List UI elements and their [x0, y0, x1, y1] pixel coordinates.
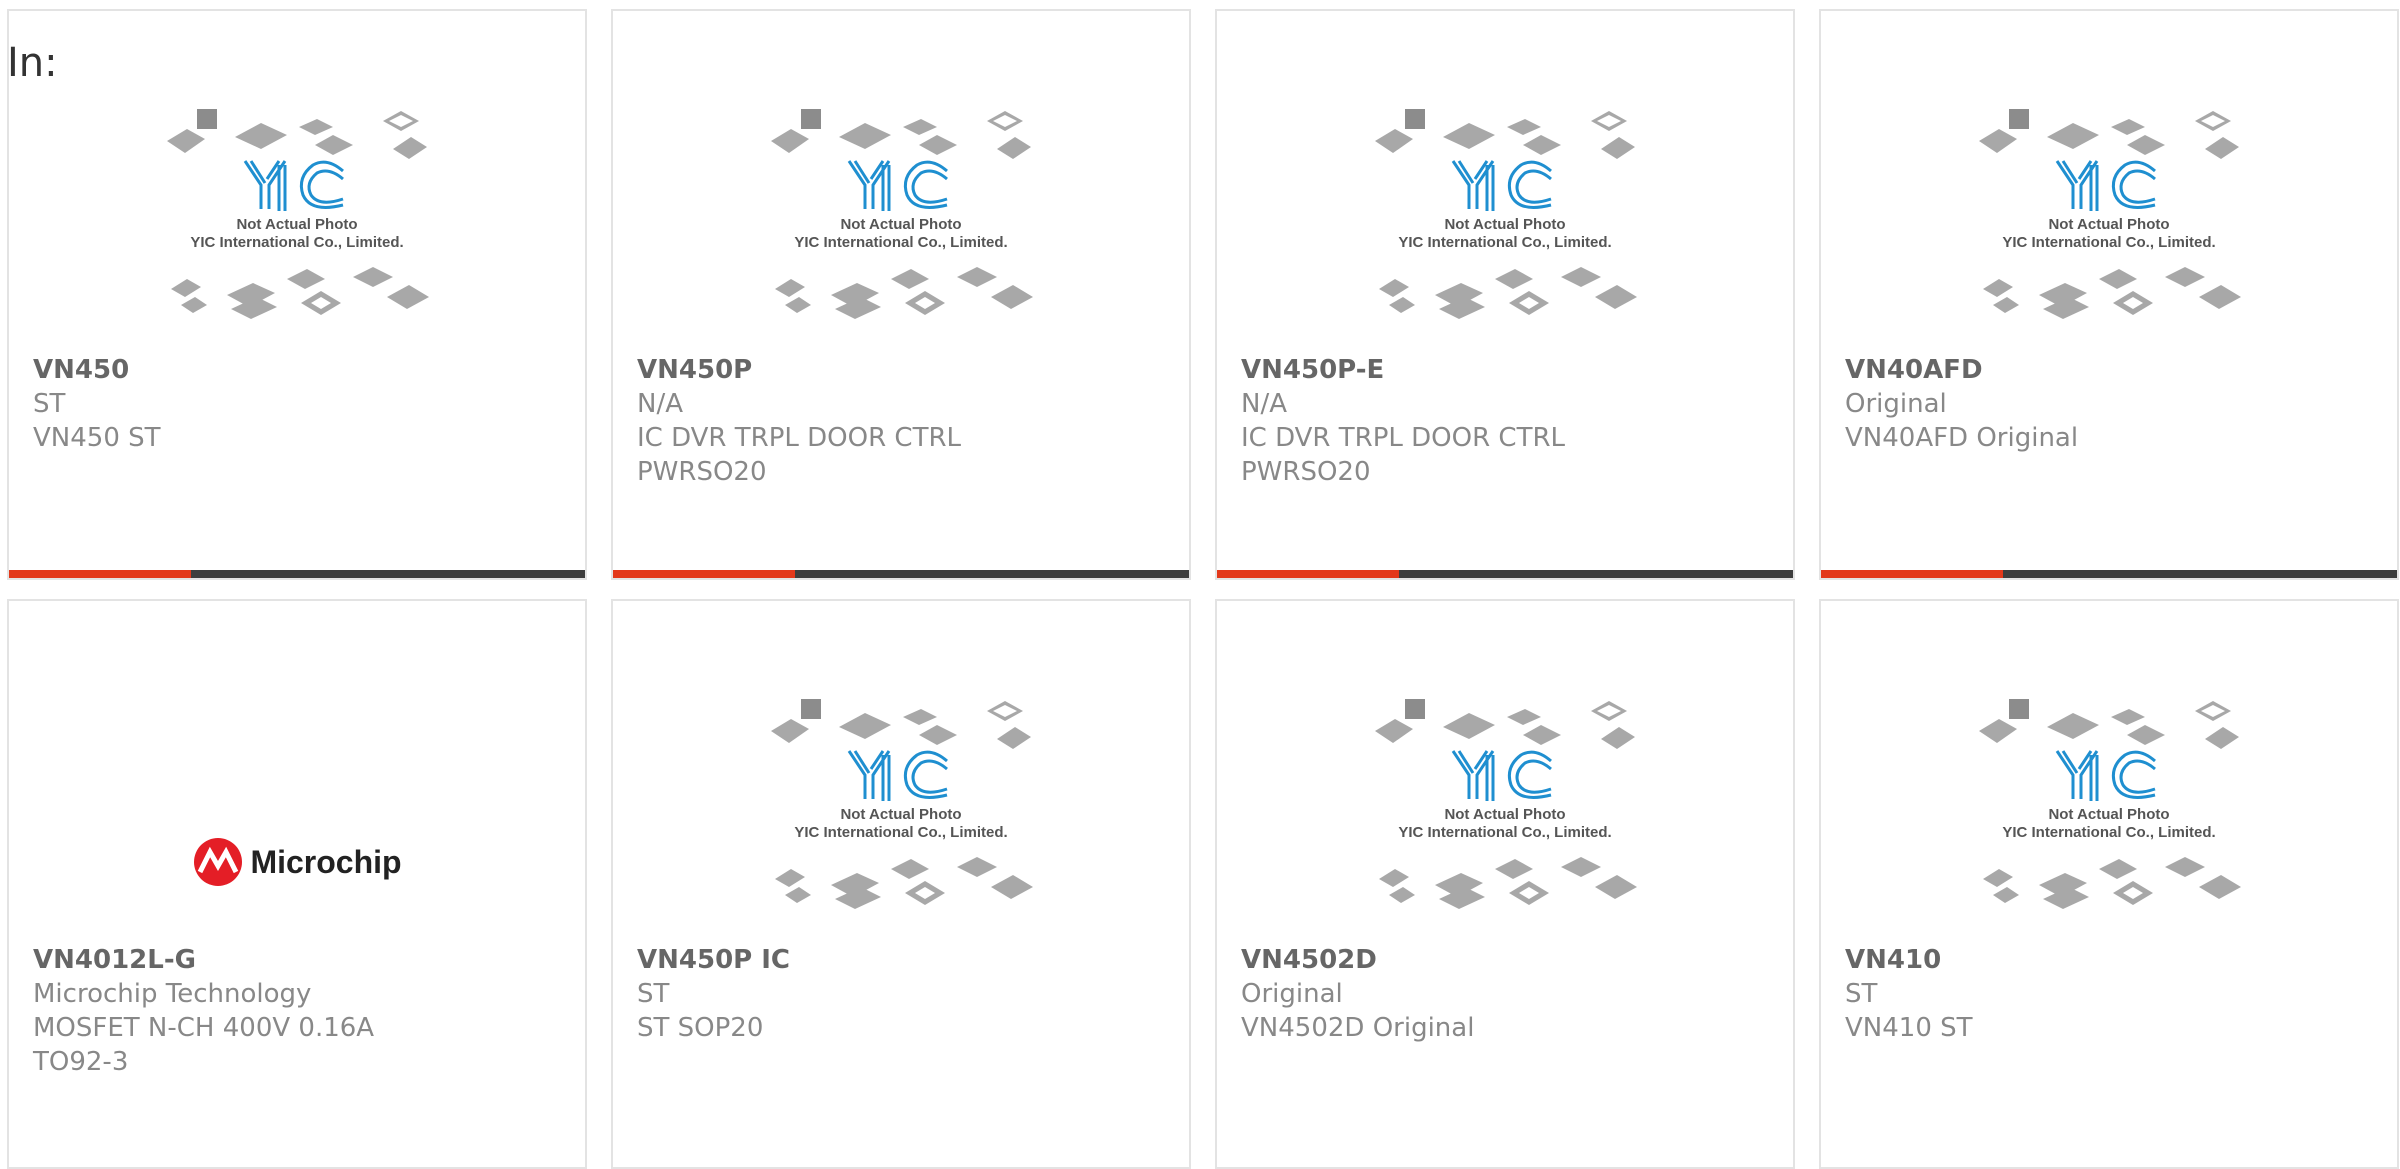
microchip-mark-icon [194, 838, 243, 886]
microchip-logo-text: Microchip [250, 843, 402, 880]
svg-text:YIC International Co., Limited: YIC International Co., Limited. [1398, 824, 1611, 841]
card-accent-bar [613, 570, 795, 578]
svg-text:YIC International Co., Limited: YIC International Co., Limited. [1398, 234, 1611, 251]
product-info: VN40AFD Original VN40AFD Original [1845, 353, 2265, 455]
svg-text:Not Actual Photo: Not Actual Photo [1444, 806, 1565, 823]
product-info: VN450P N/A IC DVR TRPL DOOR CTRL PWRSO20 [637, 353, 1057, 489]
product-info: VN450 ST VN450 ST [33, 353, 453, 455]
svg-text:Not Actual Photo: Not Actual Photo [2048, 806, 2169, 823]
svg-text:Not Actual Photo: Not Actual Photo [2048, 216, 2169, 233]
product-card[interactable]: Not Actual Photo YIC International Co., … [611, 9, 1191, 580]
yic-placeholder-image: Not Actual Photo YIC International Co., … [1375, 699, 1637, 909]
product-card[interactable]: Not Actual Photo YIC International Co., … [611, 599, 1191, 1169]
yic-placeholder-image: Not Actual Photo YIC International Co., … [771, 109, 1033, 319]
product-thumbnail[interactable]: Not Actual Photo YIC International Co., … [1217, 689, 1793, 949]
product-manufacturer: Microchip Technology [33, 979, 312, 1009]
svg-text:YIC International Co., Limited: YIC International Co., Limited. [190, 234, 403, 251]
product-description: ST SOP20 [637, 1013, 764, 1043]
product-manufacturer: Original [1241, 979, 1343, 1009]
product-manufacturer: N/A [1241, 389, 1287, 419]
yic-placeholder-image: Not Actual Photo YIC International Co., … [1375, 109, 1637, 319]
product-card[interactable]: Not Actual Photo YIC International Co., … [1215, 9, 1795, 580]
yic-placeholder-image: Not Actual Photo YIC International Co., … [1979, 109, 2241, 319]
product-info: VN450P IC ST ST SOP20 [637, 943, 1057, 1045]
svg-text:Not Actual Photo: Not Actual Photo [840, 806, 961, 823]
product-description: MOSFET N-CH 400V 0.16A TO92-3 [33, 1013, 375, 1077]
product-description: VN410 ST [1845, 1013, 1973, 1043]
product-info: VN4502D Original VN4502D Original [1241, 943, 1661, 1045]
card-bottom-bar [1217, 570, 1793, 578]
product-description: VN40AFD Original [1845, 423, 2079, 453]
product-part-number[interactable]: VN450P-E [1241, 353, 1661, 387]
filter-label: In: [7, 40, 58, 86]
product-manufacturer: ST [1845, 979, 1878, 1009]
product-card[interactable]: Microchip VN4012L-G Microchip Technology… [7, 599, 587, 1169]
card-accent-bar [1821, 570, 2003, 578]
product-thumbnail[interactable]: Not Actual Photo YIC International Co., … [1821, 689, 2397, 949]
product-info: VN4012L-G Microchip Technology MOSFET N-… [33, 943, 453, 1079]
svg-text:YIC International Co., Limited: YIC International Co., Limited. [2002, 824, 2215, 841]
product-description: VN4502D Original [1241, 1013, 1475, 1043]
product-thumbnail[interactable]: Not Actual Photo YIC International Co., … [1217, 99, 1793, 359]
card-bottom-bar [1821, 570, 2397, 578]
product-manufacturer: ST [33, 389, 66, 419]
yic-placeholder-image: Not Actual Photo YIC International Co., … [771, 699, 1033, 909]
product-thumbnail[interactable]: Not Actual Photo YIC International Co., … [1821, 99, 2397, 359]
svg-text:YIC International Co., Limited: YIC International Co., Limited. [794, 824, 1007, 841]
svg-text:YIC International Co., Limited: YIC International Co., Limited. [2002, 234, 2215, 251]
yic-placeholder-image: Not Actual Photo YIC International Co., … [1979, 699, 2241, 909]
product-part-number[interactable]: VN410 [1845, 943, 2265, 977]
product-card[interactable]: Not Actual Photo YIC International Co., … [1819, 9, 2399, 580]
svg-text:Not Actual Photo: Not Actual Photo [1444, 216, 1565, 233]
product-manufacturer: N/A [637, 389, 683, 419]
svg-text:Not Actual Photo: Not Actual Photo [236, 216, 357, 233]
card-bottom-bar [613, 570, 1189, 578]
product-description: IC DVR TRPL DOOR CTRL PWRSO20 [1241, 423, 1566, 487]
product-info: VN410 ST VN410 ST [1845, 943, 2265, 1045]
product-description: VN450 ST [33, 423, 161, 453]
product-card[interactable]: Not Actual Photo YIC International Co., … [7, 9, 587, 580]
card-bottom-bar [9, 570, 585, 578]
product-thumbnail[interactable]: Microchip [9, 689, 585, 949]
product-thumbnail[interactable]: Not Actual Photo YIC International Co., … [613, 99, 1189, 359]
microchip-logo: Microchip [192, 775, 402, 949]
product-info: VN450P-E N/A IC DVR TRPL DOOR CTRL PWRSO… [1241, 353, 1661, 489]
product-part-number[interactable]: VN450P IC [637, 943, 1057, 977]
product-part-number[interactable]: VN40AFD [1845, 353, 2265, 387]
yic-placeholder-image: Not Actual Photo YIC International Co., … [167, 109, 429, 319]
product-part-number[interactable]: VN4502D [1241, 943, 1661, 977]
svg-text:YIC International Co., Limited: YIC International Co., Limited. [794, 234, 1007, 251]
product-thumbnail[interactable]: Not Actual Photo YIC International Co., … [9, 99, 585, 359]
product-part-number[interactable]: VN4012L-G [33, 943, 453, 977]
card-accent-bar [9, 570, 191, 578]
product-part-number[interactable]: VN450 [33, 353, 453, 387]
product-card[interactable]: Not Actual Photo YIC International Co., … [1215, 599, 1795, 1169]
product-manufacturer: ST [637, 979, 670, 1009]
product-part-number[interactable]: VN450P [637, 353, 1057, 387]
svg-text:Not Actual Photo: Not Actual Photo [840, 216, 961, 233]
product-description: IC DVR TRPL DOOR CTRL PWRSO20 [637, 423, 962, 487]
product-manufacturer: Original [1845, 389, 1947, 419]
product-thumbnail[interactable]: Not Actual Photo YIC International Co., … [613, 689, 1189, 949]
product-card[interactable]: Not Actual Photo YIC International Co., … [1819, 599, 2399, 1169]
card-accent-bar [1217, 570, 1399, 578]
